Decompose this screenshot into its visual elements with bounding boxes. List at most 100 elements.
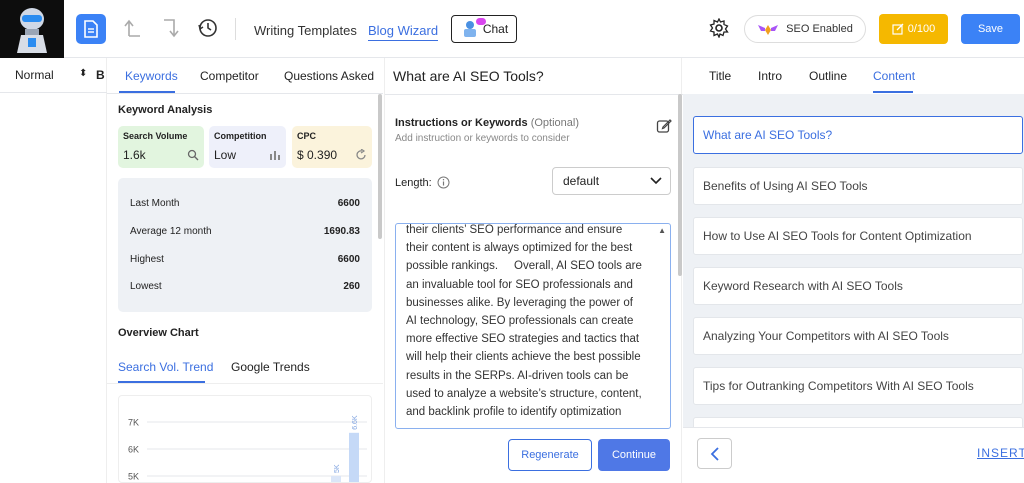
- outline-item[interactable]: Tips for Outranking Competitors With AI …: [693, 367, 1023, 405]
- search-volume-chart-svg: 7K 6K 5K 6.6K 5K: [128, 415, 367, 483]
- length-label-text: Length:: [395, 176, 432, 189]
- chat-label: Chat: [482, 22, 509, 36]
- outline-item[interactable]: How to Use AI SEO Tools for Content Opti…: [693, 217, 1023, 255]
- chevron-left-icon: [710, 446, 719, 461]
- chat-button[interactable]: Chat: [451, 15, 517, 43]
- metric-label: Competition: [214, 131, 267, 141]
- paragraph-style-select[interactable]: Normal: [15, 68, 54, 82]
- outline-item-partial[interactable]: [693, 417, 1023, 427]
- continue-button[interactable]: Continue: [598, 439, 670, 471]
- document-button[interactable]: [76, 14, 106, 44]
- keyword-stats-box: Last Month 6600 Average 12 month 1690.83…: [118, 178, 372, 312]
- search-icon: [187, 149, 199, 161]
- bar-chart-icon: [270, 151, 280, 160]
- stat-label: Last Month: [130, 198, 180, 209]
- active-tab-indicator: [873, 91, 913, 93]
- tab-title[interactable]: Title: [709, 69, 731, 83]
- outline-list: What are AI SEO Tools? Benefits of Using…: [683, 94, 1024, 427]
- tab-intro[interactable]: Intro: [758, 69, 782, 83]
- chart-y-tick-label: 6K: [128, 445, 139, 455]
- save-button[interactable]: Save: [961, 14, 1020, 44]
- stat-label: Highest: [130, 254, 164, 265]
- keywords-panel-scrollbar[interactable]: [378, 94, 382, 239]
- credits-button[interactable]: 0/100: [879, 14, 948, 44]
- keyword-analysis-title: Keyword Analysis: [118, 104, 213, 116]
- redo-arrow-icon: [164, 19, 179, 38]
- seo-enabled-toggle[interactable]: SEO Enabled: [744, 15, 866, 43]
- outline-footer: INSERT: [683, 427, 1024, 483]
- chevron-down-icon: [650, 177, 662, 185]
- chart-data-label: 5K: [334, 464, 341, 473]
- tab-competitor[interactable]: Competitor: [200, 69, 259, 83]
- metric-value: 1.6k: [123, 148, 146, 162]
- chart-y-tick-label: 7K: [128, 418, 139, 428]
- tab-google-trends[interactable]: Google Trends: [231, 360, 310, 374]
- chart-bar[interactable]: [331, 476, 341, 483]
- bold-button[interactable]: B: [96, 68, 105, 82]
- stat-row-last-month: Last Month 6600: [130, 198, 360, 209]
- edit-icon[interactable]: [656, 118, 672, 134]
- history-icon: [198, 19, 217, 37]
- keywords-tabs: Keywords Competitor Questions Asked: [107, 58, 383, 94]
- generated-content-text: their clients’ SEO performance and ensur…: [406, 224, 646, 419]
- stat-row-average: Average 12 month 1690.83: [130, 226, 360, 237]
- keywords-panel: Keywords Competitor Questions Asked Keyw…: [107, 58, 383, 483]
- gear-icon: [709, 18, 729, 38]
- length-label: Length:: [395, 176, 450, 189]
- generated-content-textarea[interactable]: their clients’ SEO performance and ensur…: [395, 223, 671, 429]
- center-panel-scrollbar[interactable]: [678, 94, 682, 276]
- writing-templates-link[interactable]: Writing Templates: [254, 23, 357, 38]
- outline-panel: Title Intro Outline Content What are AI …: [683, 58, 1024, 483]
- format-strip-divider: [0, 92, 107, 93]
- robot-logo-icon: [17, 8, 47, 53]
- sort-arrows-icon[interactable]: ⬍: [79, 68, 87, 79]
- tab-outline[interactable]: Outline: [809, 69, 847, 83]
- back-button[interactable]: [697, 438, 732, 469]
- center-header-divider: [385, 94, 683, 95]
- regenerate-button[interactable]: Regenerate: [508, 439, 592, 471]
- info-icon[interactable]: [437, 176, 450, 189]
- scroll-up-arrow-icon[interactable]: ▲: [658, 226, 666, 235]
- chart-bar[interactable]: [349, 432, 359, 483]
- search-volume-chart: 7K 6K 5K 6.6K 5K: [118, 395, 372, 483]
- chart-y-tick-label: 5K: [128, 472, 139, 482]
- insert-button[interactable]: INSERT: [977, 446, 1024, 460]
- tab-search-vol-trend[interactable]: Search Vol. Trend: [118, 360, 213, 374]
- chart-tabs-divider: [107, 383, 383, 384]
- overview-chart-title: Overview Chart: [118, 327, 199, 339]
- instructions-label-text: Instructions or Keywords: [395, 117, 528, 129]
- undo-button[interactable]: [122, 17, 144, 39]
- content-generator-panel: What are AI SEO Tools? Instructions or K…: [384, 58, 683, 483]
- competition-card: Competition Low: [209, 126, 286, 168]
- cpc-card: CPC $ 0.390: [292, 126, 372, 168]
- redo-button[interactable]: [160, 17, 182, 39]
- chat-notification-dot: [476, 18, 486, 25]
- search-volume-card: Search Volume 1.6k: [118, 126, 204, 168]
- outline-item[interactable]: Benefits of Using AI SEO Tools: [693, 167, 1023, 205]
- credits-label: 0/100: [907, 23, 936, 35]
- undo-arrow-icon: [124, 19, 140, 37]
- blog-wizard-link[interactable]: Blog Wizard: [368, 23, 439, 41]
- active-tab-indicator: [119, 91, 175, 93]
- tab-keywords[interactable]: Keywords: [125, 69, 178, 83]
- stat-value: 6600: [337, 198, 360, 209]
- document-icon: [84, 20, 98, 38]
- metric-value: $ 0.390: [297, 148, 338, 162]
- outline-item[interactable]: Analyzing Your Competitors with AI SEO T…: [693, 317, 1023, 355]
- seo-enabled-label: SEO Enabled: [786, 23, 853, 35]
- refresh-icon: [356, 149, 366, 160]
- outline-item[interactable]: Keyword Research with AI SEO Tools: [693, 267, 1023, 305]
- length-select-value: default: [563, 174, 600, 188]
- instructions-placeholder[interactable]: Add instruction or keywords to consider: [395, 133, 570, 144]
- settings-button[interactable]: [708, 17, 730, 39]
- history-button[interactable]: [197, 17, 219, 39]
- outline-item[interactable]: What are AI SEO Tools?: [693, 116, 1023, 154]
- editor-format-strip: Normal ⬍ B: [0, 58, 107, 483]
- top-toolbar: Writing Templates Blog Wizard Chat SEO E…: [0, 0, 1024, 58]
- tab-questions-asked[interactable]: Questions Asked: [284, 69, 374, 83]
- length-select[interactable]: default: [552, 167, 671, 195]
- active-chart-tab-indicator: [118, 381, 205, 383]
- tab-content[interactable]: Content: [873, 69, 915, 83]
- stat-label: Lowest: [130, 281, 162, 292]
- app-logo[interactable]: [0, 0, 64, 58]
